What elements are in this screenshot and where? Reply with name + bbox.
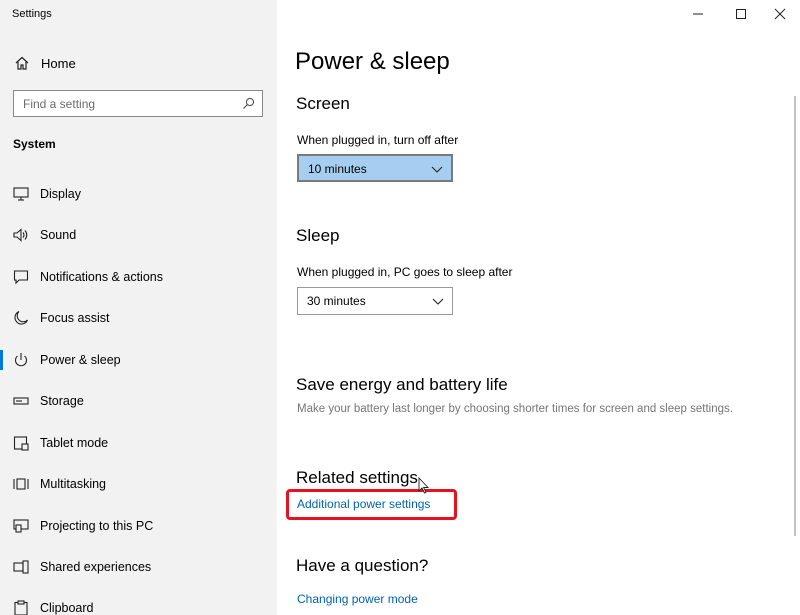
home-icon: [15, 56, 29, 70]
sidebar-item-power-sleep[interactable]: Power & sleep: [0, 342, 277, 378]
screen-heading: Screen: [296, 94, 350, 113]
power-icon: [15, 353, 27, 367]
tablet-icon: [13, 436, 29, 451]
sidebar-item-sound[interactable]: Sound: [0, 217, 277, 253]
have-a-question-heading: Have a question?: [296, 556, 429, 575]
additional-power-settings-link[interactable]: Additional power settings: [297, 497, 430, 511]
sidebar-item-label: Home: [41, 56, 76, 71]
sound-icon: [13, 228, 28, 242]
minimize-button[interactable]: [682, 2, 714, 26]
maximize-button[interactable]: [725, 2, 757, 26]
sidebar-item-multitasking[interactable]: Multitasking: [0, 466, 277, 502]
sidebar-item-label: Power & sleep: [40, 353, 121, 367]
sidebar-item-notifications[interactable]: Notifications & actions: [0, 259, 277, 295]
search-input[interactable]: [14, 91, 224, 116]
window-title: Settings: [12, 8, 52, 20]
sidebar-item-clipboard[interactable]: Clipboard: [0, 590, 277, 615]
save-energy-heading: Save energy and battery life: [296, 375, 508, 394]
sidebar-item-tablet-mode[interactable]: Tablet mode: [0, 425, 277, 461]
close-icon: [774, 8, 786, 20]
sidebar-item-label: Display: [40, 187, 81, 201]
display-icon: [13, 187, 29, 201]
save-energy-description: Make your battery last longer by choosin…: [297, 403, 733, 415]
chevron-down-icon: [431, 166, 443, 173]
screen-label: When plugged in, turn off after: [297, 133, 459, 147]
sidebar-item-focus-assist[interactable]: Focus assist: [0, 300, 277, 336]
search-icon[interactable]: [242, 97, 255, 110]
scrollbar[interactable]: [794, 96, 796, 536]
section-label-system: System: [13, 137, 56, 151]
changing-power-mode-link[interactable]: Changing power mode: [297, 592, 418, 606]
sidebar-item-label: Focus assist: [40, 311, 110, 325]
projecting-icon: [13, 519, 29, 533]
sidebar-item-label: Storage: [40, 394, 84, 408]
maximize-icon: [736, 9, 746, 19]
sleep-timeout-dropdown[interactable]: 30 minutes: [297, 287, 453, 315]
sleep-heading: Sleep: [296, 226, 340, 245]
dropdown-value: 10 minutes: [308, 162, 367, 176]
sidebar-item-shared-experiences[interactable]: Shared experiences: [0, 549, 277, 585]
sidebar-item-label: Shared experiences: [40, 560, 152, 574]
storage-icon: [13, 397, 29, 405]
dropdown-value: 30 minutes: [307, 294, 366, 308]
multitasking-icon: [13, 478, 29, 490]
sidebar: Settings Home System Display Sound: [0, 0, 277, 615]
clipboard-icon: [14, 600, 28, 615]
sidebar-item-label: Notifications & actions: [40, 270, 163, 284]
search-box[interactable]: [13, 90, 263, 117]
notifications-icon: [13, 270, 29, 285]
sidebar-item-display[interactable]: Display: [0, 176, 277, 212]
page-title: Power & sleep: [295, 48, 450, 75]
mouse-cursor-icon: [418, 477, 430, 494]
chevron-down-icon: [432, 298, 444, 305]
sidebar-item-projecting[interactable]: Projecting to this PC: [0, 508, 277, 544]
moon-icon: [14, 310, 29, 325]
related-settings-heading: Related settings: [296, 468, 418, 487]
minimize-icon: [693, 13, 703, 15]
screen-timeout-dropdown[interactable]: 10 minutes: [297, 154, 453, 182]
sleep-label: When plugged in, PC goes to sleep after: [297, 265, 513, 279]
sidebar-item-label: Tablet mode: [40, 436, 109, 450]
active-indicator: [0, 350, 3, 370]
sidebar-item-label: Projecting to this PC: [40, 519, 154, 533]
shared-experiences-icon: [13, 560, 29, 574]
sidebar-item-label: Sound: [40, 228, 77, 242]
sidebar-item-storage[interactable]: Storage: [0, 383, 277, 419]
sidebar-item-label: Clipboard: [40, 601, 94, 615]
sidebar-item-home[interactable]: Home: [0, 50, 277, 76]
sidebar-item-label: Multitasking: [40, 477, 106, 491]
close-button[interactable]: [764, 2, 796, 26]
